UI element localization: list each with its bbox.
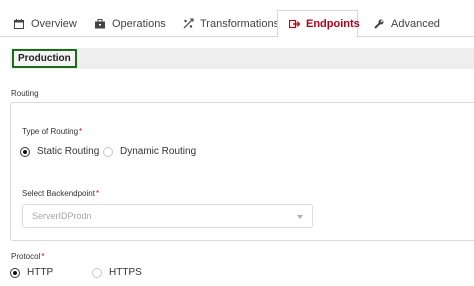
tab-operations[interactable]: Operations — [94, 10, 166, 37]
tab-overview[interactable]: Overview — [13, 10, 77, 37]
required-marker: * — [95, 189, 100, 198]
tab-overview-label: Overview — [31, 17, 77, 30]
backendpoint-label: Select Backendpoint* — [22, 189, 99, 198]
tab-endpoints-label: Endpoints — [306, 18, 360, 30]
radio-indicator[interactable] — [92, 267, 102, 278]
radio-indicator[interactable] — [20, 146, 30, 157]
backendpoint-label-text: Select Backendpoint — [22, 189, 95, 198]
backendpoint-select[interactable]: ServerIDProdn — [22, 204, 313, 228]
radio-static-routing[interactable]: Static Routing — [20, 146, 99, 157]
tab-transformations-label: Transformations — [200, 17, 280, 30]
radio-protocol-http-label: HTTP — [27, 267, 54, 278]
tab-endpoints[interactable]: Endpoints — [277, 10, 360, 38]
environment-production-button[interactable]: Production — [12, 49, 77, 68]
radio-protocol-https[interactable]: HTTPS — [92, 267, 142, 278]
calendar-icon — [13, 18, 25, 30]
routing-type-label-text: Type of Routing — [22, 127, 79, 136]
tab-operations-label: Operations — [112, 17, 166, 30]
required-marker: * — [41, 252, 45, 261]
protocol-label: Protocol* — [11, 252, 44, 261]
routing-section-label: Routing — [11, 89, 39, 98]
radio-static-routing-label: Static Routing — [37, 146, 100, 157]
backendpoint-select-value: ServerIDProdn — [32, 211, 92, 221]
tab-advanced-label: Advanced — [391, 17, 440, 30]
transform-icon — [182, 18, 194, 30]
briefcase-icon — [94, 18, 106, 30]
environment-bar — [10, 48, 474, 69]
tab-transformations[interactable]: Transformations — [182, 10, 279, 37]
required-marker: * — [79, 127, 83, 136]
radio-indicator[interactable] — [10, 267, 20, 278]
chevron-down-icon[interactable] — [297, 215, 303, 219]
radio-protocol-https-label: HTTPS — [109, 267, 142, 278]
tab-advanced[interactable]: Advanced — [373, 10, 440, 37]
endpoints-icon — [289, 18, 300, 30]
wrench-icon — [373, 18, 385, 30]
protocol-label-text: Protocol — [11, 252, 41, 261]
routing-type-label: Type of Routing* — [22, 127, 82, 136]
radio-dynamic-routing[interactable]: Dynamic Routing — [103, 146, 196, 157]
radio-dynamic-routing-label: Dynamic Routing — [120, 146, 197, 157]
tab-bar: Overview Operations Transformations Endp… — [0, 0, 474, 38]
radio-indicator[interactable] — [103, 146, 113, 157]
radio-protocol-http[interactable]: HTTP — [10, 267, 53, 278]
